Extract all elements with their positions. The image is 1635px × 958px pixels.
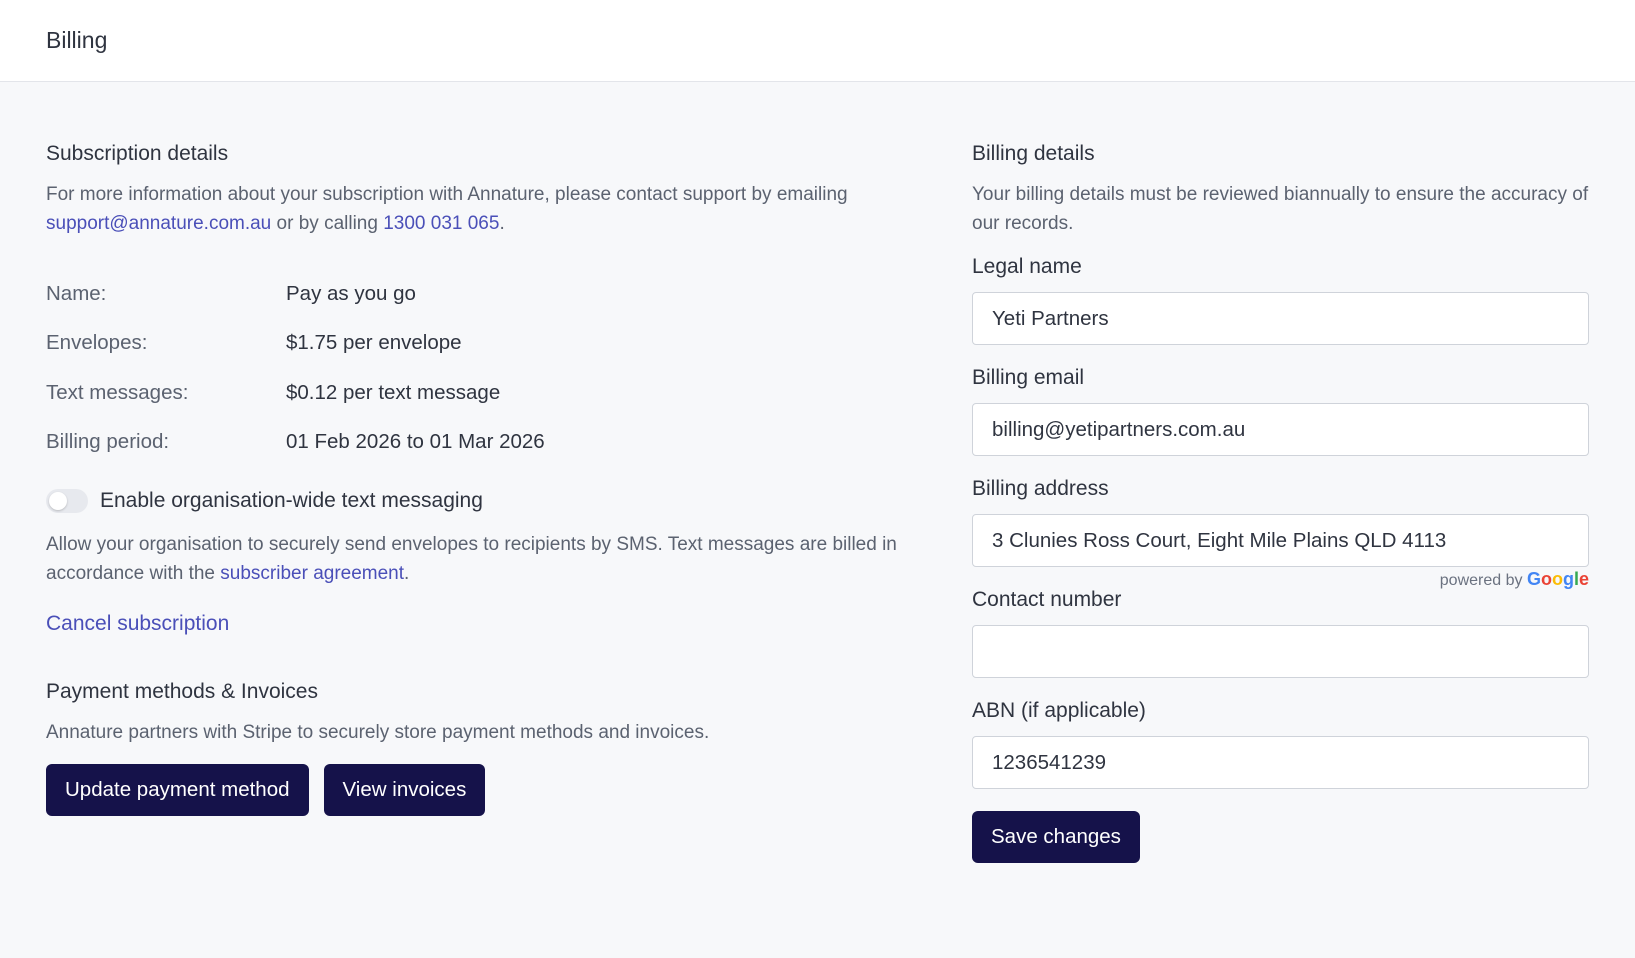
view-invoices-button[interactable]: View invoices <box>323 764 486 816</box>
payments-buttons: Update payment method View invoices <box>46 764 972 816</box>
toggle-knob <box>49 492 67 510</box>
sms-toggle-row: Enable organisation-wide text messaging <box>46 486 972 516</box>
info-value: $1.75 per envelope <box>286 331 462 355</box>
info-row-name: Name: Pay as you go <box>46 269 972 319</box>
save-changes-button[interactable]: Save changes <box>972 811 1140 863</box>
google-letter: g <box>1562 569 1574 589</box>
subscription-intro: For more information about your subscrip… <box>46 180 972 238</box>
page-title: Billing <box>46 27 108 53</box>
abn-label: ABN (if applicable) <box>972 699 1146 722</box>
intro-middle: or by calling <box>271 213 384 234</box>
info-label: Billing period: <box>46 430 170 454</box>
billing-description: Your billing details must be reviewed bi… <box>972 184 1589 234</box>
intro-prefix: For more information about your subscrip… <box>46 184 848 205</box>
billing-address-label: Billing address <box>972 477 1109 500</box>
abn-input[interactable] <box>972 736 1589 789</box>
sms-desc-suffix: . <box>404 563 410 584</box>
intro-suffix: . <box>499 213 505 234</box>
billing-email-label: Billing email <box>972 366 1085 389</box>
info-row-text-messages: Text messages: $0.12 per text message <box>46 368 972 418</box>
subscriber-agreement-link[interactable]: subscriber agreement <box>220 563 404 584</box>
billing-email-input[interactable] <box>972 403 1589 456</box>
info-value: Pay as you go <box>286 281 416 305</box>
sms-description: Allow your organisation to securely send… <box>46 530 972 588</box>
legal-name-label: Legal name <box>972 255 1082 278</box>
top-bar: Billing <box>0 0 1635 82</box>
sms-toggle[interactable] <box>46 489 88 513</box>
billing-address-input[interactable] <box>972 514 1589 567</box>
info-row-billing-period: Billing period: 01 Feb 2026 to 01 Mar 20… <box>46 418 972 468</box>
payments-section: Payment methods & Invoices Annature part… <box>46 672 972 816</box>
update-payment-method-button[interactable]: Update payment method <box>46 764 309 816</box>
contact-number-input[interactable] <box>972 625 1589 678</box>
info-value: 01 Feb 2026 to 01 Mar 2026 <box>286 430 545 454</box>
legal-name-input[interactable] <box>972 292 1589 345</box>
support-phone-link[interactable]: 1300 031 065 <box>383 213 499 234</box>
info-label: Text messages: <box>46 380 189 404</box>
main-content: Subscription details For more informatio… <box>0 82 1635 863</box>
info-row-envelopes: Envelopes: $1.75 per envelope <box>46 319 972 369</box>
subscription-info-table: Name: Pay as you go Envelopes: $1.75 per… <box>46 269 972 467</box>
sms-desc-prefix: Allow your organisation to securely send… <box>46 534 897 584</box>
info-label: Name: <box>46 281 107 305</box>
support-email-link[interactable]: support@annature.com.au <box>46 213 271 234</box>
google-letter: o <box>1540 569 1552 589</box>
google-letter: o <box>1551 569 1563 589</box>
subscription-column: Subscription details For more informatio… <box>46 82 972 863</box>
billing-heading: Billing details <box>972 142 1095 165</box>
payments-description: Annature partners with Stripe to securel… <box>46 722 710 743</box>
info-label: Envelopes: <box>46 331 148 355</box>
google-letter: e <box>1578 569 1589 589</box>
cancel-subscription-link[interactable]: Cancel subscription <box>46 612 229 636</box>
sms-toggle-label: Enable organisation-wide text messaging <box>100 489 483 512</box>
google-letter: G <box>1526 569 1541 589</box>
subscription-heading: Subscription details <box>46 142 229 165</box>
google-logo: Google <box>1527 569 1589 589</box>
billing-details-column: Billing details Your billing details mus… <box>972 82 1589 863</box>
info-value: $0.12 per text message <box>286 380 501 404</box>
powered-by-text: powered by <box>1439 572 1523 589</box>
payments-heading: Payment methods & Invoices <box>46 680 318 703</box>
